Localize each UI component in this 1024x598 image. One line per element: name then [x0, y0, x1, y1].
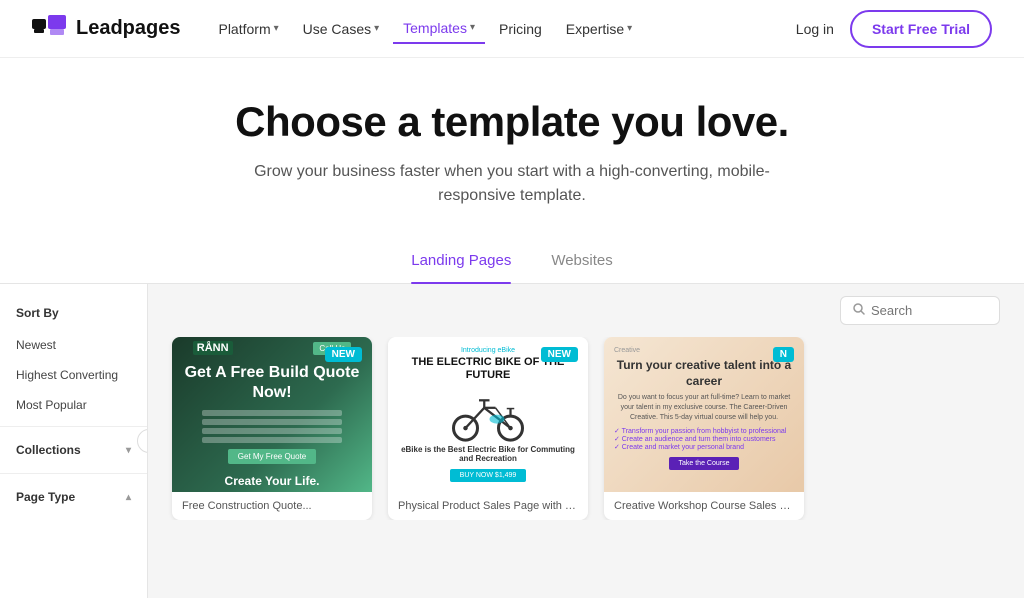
new-badge-cabin: NEW — [325, 347, 362, 362]
nav-use-cases[interactable]: Use Cases ▾ — [293, 15, 390, 43]
ebike-sub: eBike is the Best Electric Bike for Comm… — [398, 445, 578, 463]
card-label-creative: Creative Workshop Course Sales Page... — [604, 492, 804, 520]
card-image-ebike: Introducing eBike THE ELECTRIC BIKE OF T… — [388, 337, 588, 492]
sidebar-sort-header[interactable]: Sort By — [0, 296, 147, 330]
content-tabs: Landing Pages Websites — [0, 232, 1024, 284]
card-image-creative: Creative Turn your creative talent into … — [604, 337, 804, 492]
ebike-illustration — [443, 388, 533, 443]
chevron-icon: ▾ — [470, 22, 475, 33]
templates-top-bar — [148, 284, 1024, 337]
chevron-icon: ▾ — [274, 23, 279, 34]
cabin-logo-text: RÅNN — [193, 341, 233, 355]
chevron-up-icon: ▴ — [126, 492, 131, 503]
cabin-bottom-text: Create Your Life. — [225, 474, 320, 488]
card-image-cabin: RÅNN Call Us Get A Free Build Quote Now!… — [172, 337, 372, 492]
logo-icon — [32, 15, 68, 43]
hero-subtext: Grow your business faster when you start… — [232, 160, 792, 208]
search-icon — [853, 303, 865, 318]
tab-landing-pages[interactable]: Landing Pages — [411, 252, 511, 283]
ebike-introducing: Introducing eBike — [461, 347, 515, 354]
creative-cta-btn: Take the Course — [669, 457, 740, 470]
nav-platform[interactable]: Platform ▾ — [208, 15, 288, 43]
creative-check-3: ✓ Create and market your personal brand — [614, 443, 786, 451]
new-badge-creative: N — [773, 347, 794, 362]
sidebar-item-most-popular[interactable]: Most Popular — [0, 390, 147, 420]
template-card-cabin[interactable]: RÅNN Call Us Get A Free Build Quote Now!… — [172, 337, 372, 520]
template-card-creative[interactable]: Creative Turn your creative talent into … — [604, 337, 804, 520]
search-box — [840, 296, 1000, 325]
creative-checks: ✓ Transform your passion from hobbyist t… — [614, 427, 786, 451]
nav-pricing[interactable]: Pricing — [489, 15, 552, 43]
sidebar: ‹ Sort By Newest Highest Converting Most… — [0, 284, 148, 598]
start-trial-button[interactable]: Start Free Trial — [850, 10, 992, 48]
sidebar-item-highest-converting[interactable]: Highest Converting — [0, 360, 147, 390]
hero-section: Choose a template you love. Grow your bu… — [0, 58, 1024, 232]
nav-left: Leadpages Platform ▾ Use Cases ▾ Templat… — [32, 14, 642, 44]
sidebar-divider — [0, 426, 147, 427]
template-card-ebike[interactable]: Introducing eBike THE ELECTRIC BIKE OF T… — [388, 337, 588, 520]
templates-area: RÅNN Call Us Get A Free Build Quote Now!… — [148, 284, 1024, 598]
sidebar-collections-header[interactable]: Collections ▾ — [0, 433, 147, 467]
creative-headline: Turn your creative talent into a career — [614, 358, 794, 389]
sidebar-item-newest[interactable]: Newest — [0, 330, 147, 360]
nav-expertise[interactable]: Expertise ▾ — [556, 15, 642, 43]
hero-headline: Choose a template you love. — [32, 98, 992, 146]
logo-text: Leadpages — [76, 17, 180, 40]
ebike-btn: BUY NOW $1,499 — [450, 469, 527, 482]
login-button[interactable]: Log in — [796, 21, 834, 37]
card-label-ebike: Physical Product Sales Page with Demo... — [388, 492, 588, 520]
creative-check-1: ✓ Transform your passion from hobbyist t… — [614, 427, 786, 435]
nav-right: Log in Start Free Trial — [796, 10, 992, 48]
creative-check-2: ✓ Create an audience and turn them into … — [614, 435, 786, 443]
new-badge-ebike: NEW — [541, 347, 578, 362]
sidebar-page-type-header[interactable]: Page Type ▴ — [0, 480, 147, 514]
chevron-icon: ▾ — [627, 23, 632, 34]
cards-row: RÅNN Call Us Get A Free Build Quote Now!… — [148, 337, 1024, 520]
tab-websites[interactable]: Websites — [551, 252, 612, 283]
chevron-icon: ▾ — [374, 23, 379, 34]
sidebar-divider-2 — [0, 473, 147, 474]
cabin-headline: Get A Free Build Quote Now! — [184, 363, 360, 401]
creative-body: Do you want to focus your art full-time?… — [614, 393, 794, 422]
card-label-cabin: Free Construction Quote... — [172, 492, 372, 520]
chevron-down-icon: ▾ — [126, 445, 131, 456]
navbar: Leadpages Platform ▾ Use Cases ▾ Templat… — [0, 0, 1024, 58]
nav-links: Platform ▾ Use Cases ▾ Templates ▾ Prici… — [208, 14, 642, 44]
cabin-submit-text: Get My Free Quote — [228, 449, 316, 464]
creative-brand-label: Creative — [614, 347, 640, 354]
content-area: ‹ Sort By Newest Highest Converting Most… — [0, 284, 1024, 598]
search-input[interactable] — [871, 303, 987, 318]
nav-templates[interactable]: Templates ▾ — [393, 14, 485, 44]
logo[interactable]: Leadpages — [32, 15, 180, 43]
